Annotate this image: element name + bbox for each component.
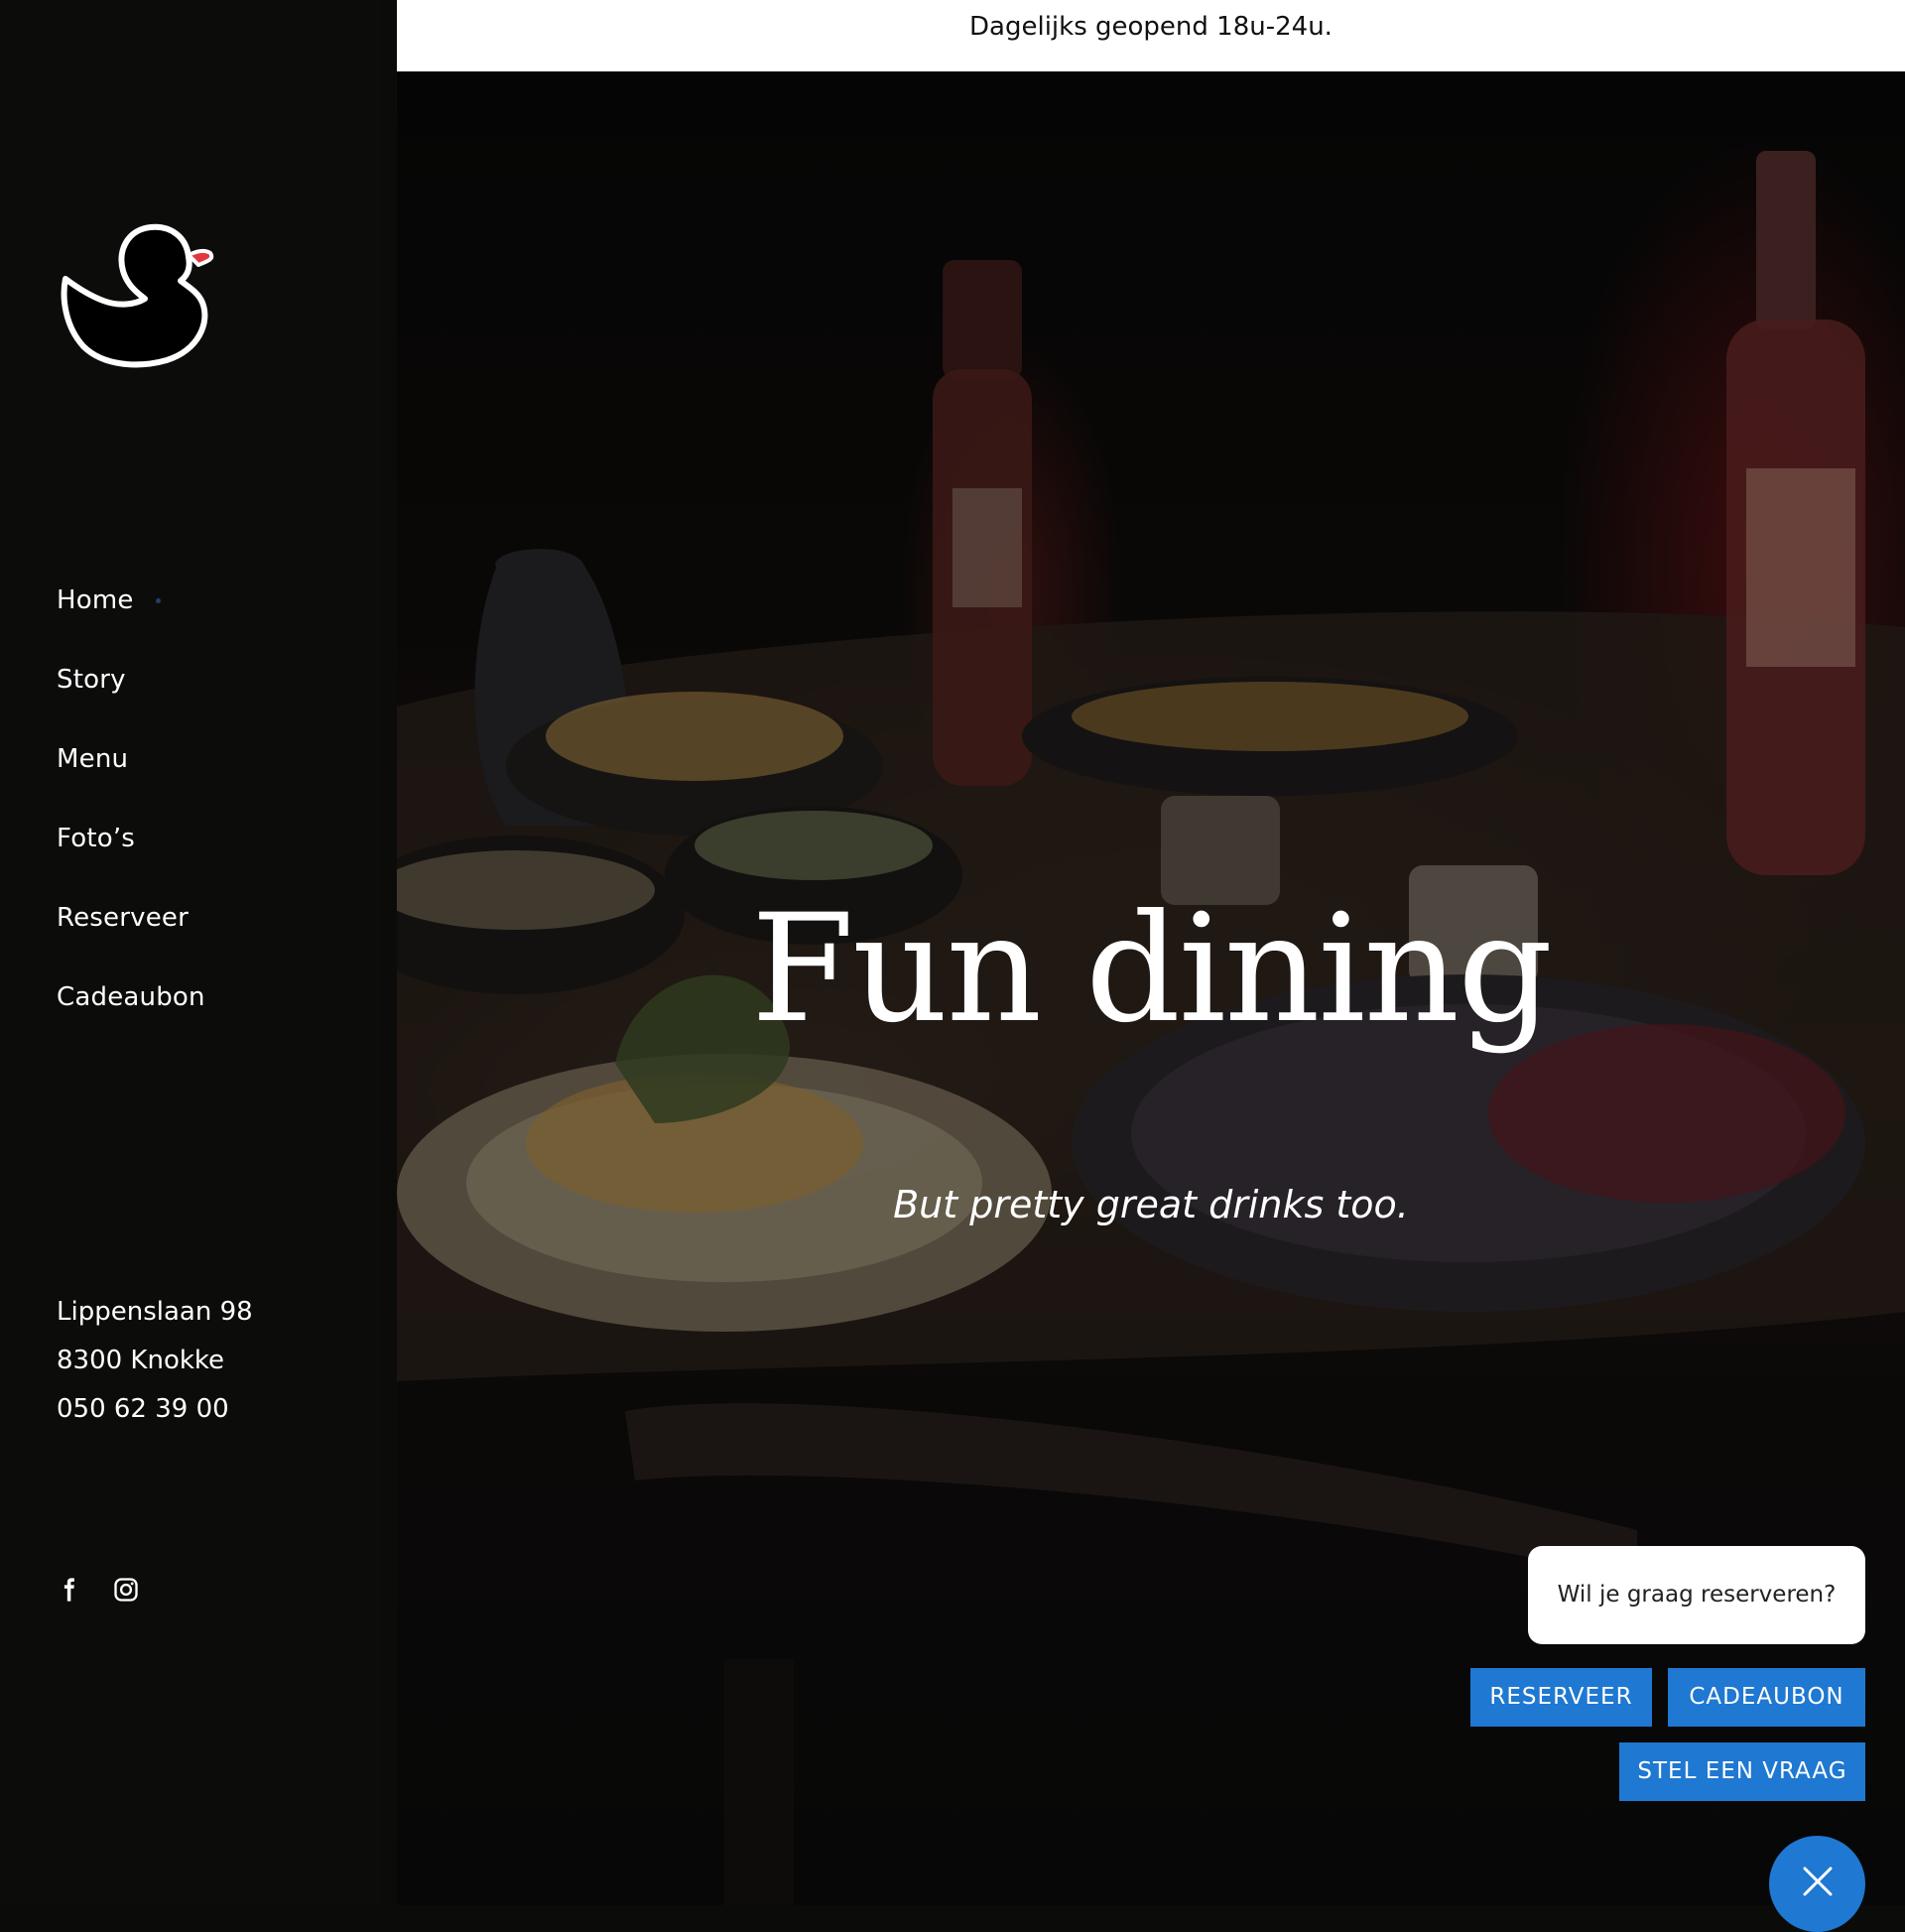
phone-number[interactable]: 050 62 39 00 [57, 1384, 253, 1433]
sidebar: Home Story Menu Foto’s Reserveer Cadeaub… [0, 0, 381, 1905]
nav-item-label: Cadeaubon [57, 982, 205, 1012]
close-icon [1803, 1867, 1833, 1896]
chat-reserveer-button[interactable]: RESERVEER [1470, 1668, 1652, 1727]
chat-ask-question-button[interactable]: STEL EEN VRAAG [1619, 1742, 1865, 1801]
nav-item-cadeaubon[interactable]: Cadeaubon [57, 972, 205, 1052]
nav-item-fotos[interactable]: Foto’s [57, 814, 205, 893]
nav-item-label: Reserveer [57, 903, 189, 933]
nav-item-label: Foto’s [57, 824, 136, 853]
nav-item-label: Story [57, 665, 126, 695]
nav-item-label: Menu [57, 744, 129, 774]
main-nav: Home Story Menu Foto’s Reserveer Cadeaub… [57, 576, 205, 1052]
chat-close-button[interactable] [1769, 1836, 1865, 1932]
hero-title: Fun dining [750, 883, 1553, 1056]
nav-item-reserveer[interactable]: Reserveer [57, 893, 205, 972]
nav-item-home[interactable]: Home [57, 576, 205, 655]
hero-subtitle: But pretty great drinks too. [893, 1183, 1409, 1226]
nav-item-label: Home [57, 585, 134, 615]
instagram-icon[interactable] [112, 1576, 140, 1604]
chat-prompt-bubble: Wil je graag reserveren? [1528, 1546, 1865, 1644]
address-city: 8300 Knokke [57, 1346, 225, 1375]
chat-cadeaubon-button[interactable]: CADEAUBON [1668, 1668, 1865, 1727]
nav-item-menu[interactable]: Menu [57, 734, 205, 814]
announcement-bar: Dagelijks geopend 18u-24u. [397, 0, 1905, 71]
social-links [55, 1576, 140, 1604]
duck-logo-icon[interactable] [60, 223, 214, 368]
contact-address: Lippenslaan 98 8300 Knokke 050 62 39 00 [57, 1287, 253, 1433]
facebook-icon[interactable] [55, 1576, 82, 1604]
nav-item-story[interactable]: Story [57, 655, 205, 734]
address-street: Lippenslaan 98 [57, 1297, 253, 1327]
active-indicator [155, 598, 161, 603]
